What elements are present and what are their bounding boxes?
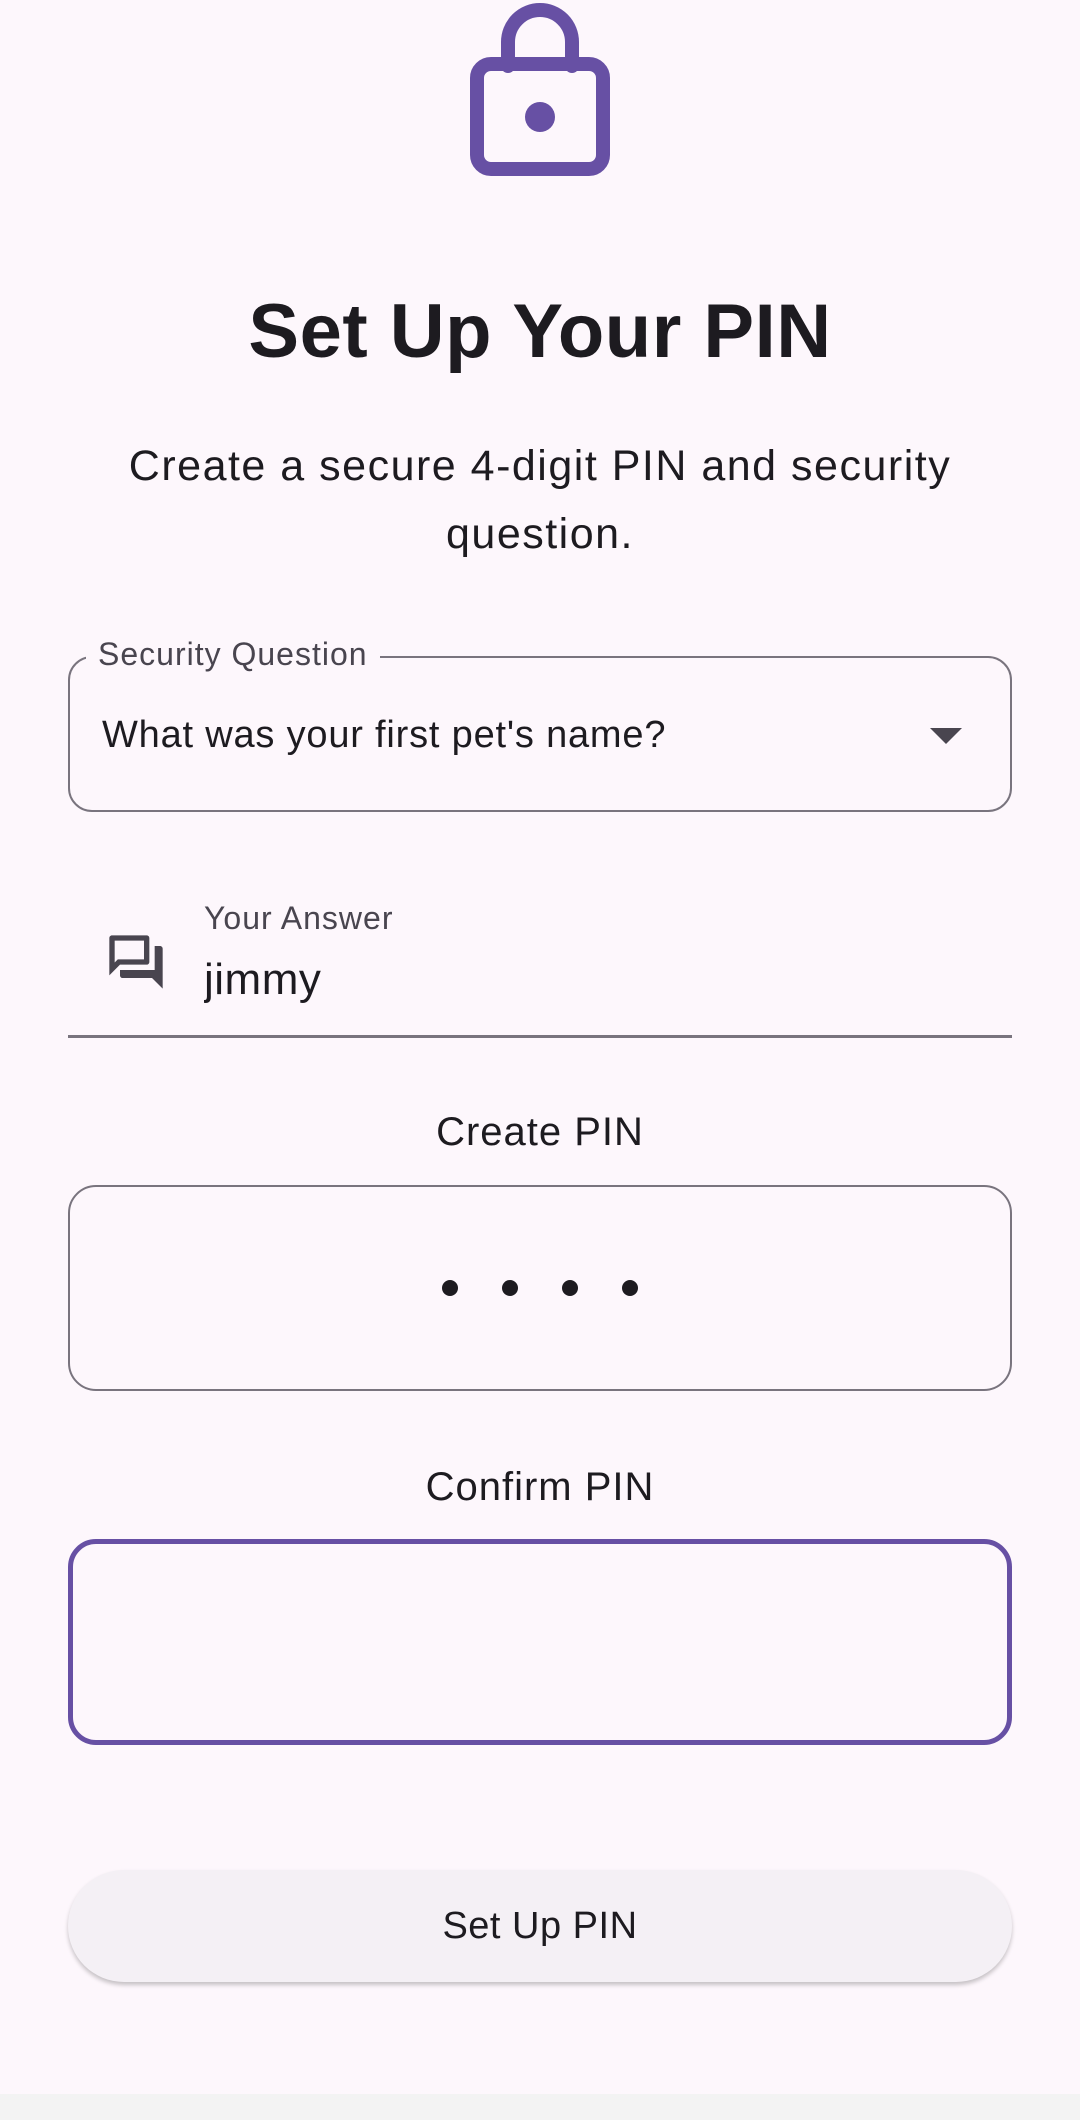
confirm-pin-label: Confirm PIN bbox=[425, 1465, 655, 1509]
forum-icon bbox=[109, 935, 163, 989]
setup-pin-screen: Set Up Your PIN Create a secure 4-digit … bbox=[0, 0, 1080, 2120]
answer-field[interactable]: Your Answer bbox=[68, 880, 1012, 1038]
pin-dot bbox=[562, 1280, 578, 1296]
lock-icon bbox=[470, 3, 610, 176]
create-pin-masked-value bbox=[70, 1187, 1010, 1389]
pin-dot bbox=[502, 1280, 518, 1296]
page-subtitle: Create a secure 4-digit PIN and security… bbox=[128, 442, 952, 558]
create-pin-label: Create PIN bbox=[436, 1110, 644, 1154]
system-navigation-bar bbox=[0, 2094, 1080, 2120]
security-question-dropdown[interactable]: Security Question What was your first pe… bbox=[68, 636, 1012, 812]
confirm-pin-input[interactable] bbox=[68, 1539, 1012, 1745]
arrow-drop-down-icon bbox=[930, 728, 962, 744]
pin-dot bbox=[622, 1280, 638, 1296]
page-title: Set Up Your PIN bbox=[248, 289, 832, 374]
pin-dot bbox=[442, 1280, 458, 1296]
security-question-label: Security Question bbox=[86, 636, 380, 673]
set-up-pin-button[interactable]: Set Up PIN bbox=[68, 1870, 1012, 1982]
security-question-value: What was your first pet's name? bbox=[102, 714, 667, 756]
answer-label: Your Answer bbox=[204, 900, 394, 936]
create-pin-input[interactable] bbox=[68, 1185, 1012, 1391]
answer-input[interactable] bbox=[204, 948, 964, 1012]
